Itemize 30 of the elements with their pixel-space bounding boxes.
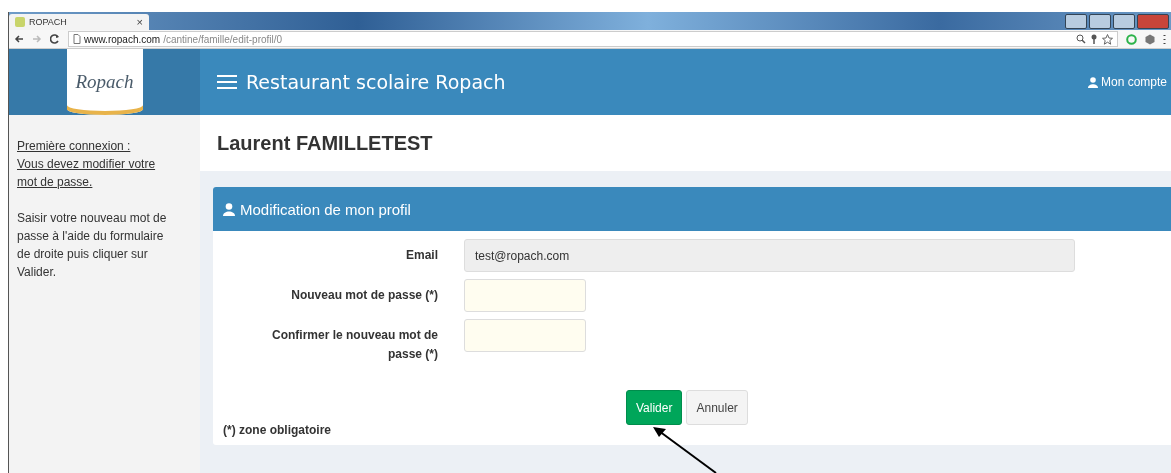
- page-icon: [73, 34, 81, 44]
- field-label: Confirmer le nouveau mot de passe (*): [270, 327, 438, 363]
- required-note: (*) zone obligatoire: [223, 423, 332, 437]
- reload-icon[interactable]: [50, 34, 60, 44]
- field-label: Email: [405, 247, 438, 264]
- account-link[interactable]: Mon compte: [1087, 75, 1171, 89]
- annotation-arrow: [653, 427, 717, 473]
- notice-text: Vous devez modifier votre mot de passe.: [17, 156, 157, 191]
- page-title: Laurent FAMILLETEST: [200, 115, 1171, 171]
- back-icon[interactable]: [14, 34, 24, 44]
- star-icon[interactable]: [1102, 33, 1113, 45]
- cancel-button[interactable]: Annuler: [686, 390, 748, 425]
- field-label: Nouveau mot de passe (*): [290, 287, 438, 304]
- close-tab-button[interactable]: ×: [136, 16, 143, 28]
- address-bar[interactable]: www.ropach.com /cantine/famille/edit-profil/0: [68, 31, 1118, 47]
- key-icon[interactable]: [1090, 34, 1098, 44]
- maximize-button[interactable]: [1113, 13, 1135, 29]
- panel-title: Modification de mon profil: [240, 200, 411, 218]
- help-text: Saisir votre nouveau mot de passe à l'aide du formulaire de droite puis cliquer sur Valider.: [17, 210, 168, 281]
- ropach-logo[interactable]: Ropach: [66, 49, 143, 115]
- email-field[interactable]: test@ropach.com: [464, 239, 1075, 272]
- minimize-button[interactable]: [1089, 13, 1111, 29]
- zoom-icon[interactable]: [1076, 34, 1086, 44]
- favicon-icon: [15, 17, 25, 27]
- password-field[interactable]: [464, 279, 586, 312]
- site-title: Restaurant scolaire Ropach: [246, 71, 506, 93]
- extension-icon[interactable]: [1126, 33, 1137, 45]
- notice-text: Première connexion :: [17, 138, 132, 155]
- browser-tab[interactable]: ROPACH ×: [9, 14, 149, 30]
- password-field[interactable]: [464, 319, 586, 352]
